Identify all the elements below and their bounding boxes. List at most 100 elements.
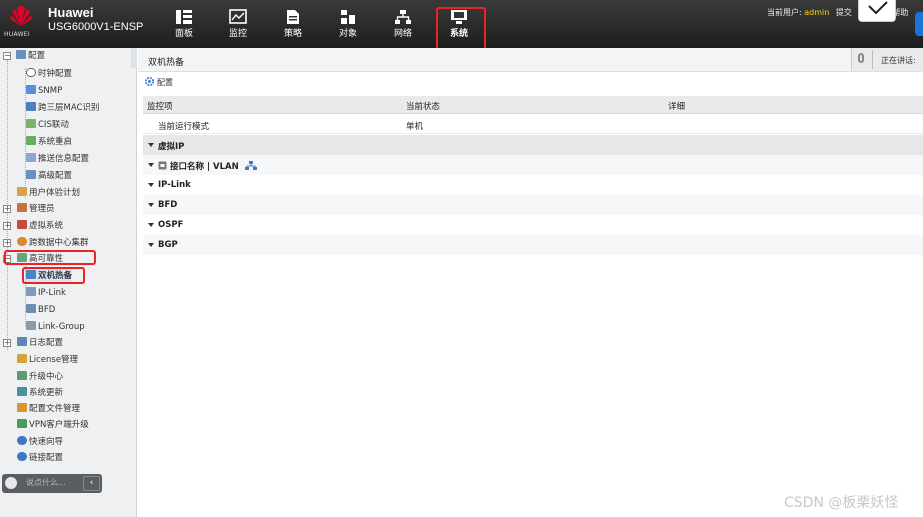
sidebar-item-cluster[interactable]: 跨数据中心集群	[17, 235, 89, 251]
check-popup[interactable]	[858, 0, 896, 22]
nav-monitor[interactable]: 监控	[220, 8, 256, 44]
group-label: 虚拟IP	[158, 142, 185, 152]
collapse-icon[interactable]: −	[3, 52, 11, 60]
sidebar-item-update[interactable]: 系统更新	[17, 385, 63, 401]
chat-collapse-button[interactable]: ‹	[83, 476, 100, 491]
monitor-icon	[229, 9, 247, 24]
expand-icon[interactable]: +	[3, 239, 11, 247]
column-header[interactable]: 详细	[668, 100, 685, 112]
column-header[interactable]: 监控项	[147, 100, 173, 112]
group-iplink[interactable]: IP-Link	[143, 175, 923, 195]
sidebar-item-mac[interactable]: 跨三层MAC识别	[26, 100, 99, 116]
nav-policy[interactable]: 策略	[275, 8, 311, 44]
group-label: OSPF	[158, 220, 184, 230]
grid-header: 监控项 当前状态 详细	[143, 96, 923, 114]
config-button[interactable]: 配置	[144, 75, 173, 91]
admin-icon	[17, 203, 27, 212]
sidebar-item-linkgroup[interactable]: Link-Group	[26, 319, 85, 335]
group-virtual-ip[interactable]: 虚拟IP	[143, 135, 923, 155]
group-ospf[interactable]: OSPF	[143, 215, 923, 235]
vsys-icon	[17, 220, 27, 229]
expand-icon[interactable]: +	[3, 222, 11, 230]
sidebar-item-iplink[interactable]: IP-Link	[26, 285, 66, 301]
group-interface-vlan[interactable]: 接口名称 | VLAN	[143, 155, 923, 175]
nav-object[interactable]: 对象	[330, 8, 366, 44]
vlan-network-icon	[245, 161, 257, 170]
network-icon	[395, 10, 411, 24]
group-bfd[interactable]: BFD	[143, 195, 923, 215]
sidebar-item-cis[interactable]: CIS联动	[26, 117, 69, 133]
expand-icon[interactable]: +	[3, 205, 11, 213]
side-tab[interactable]	[915, 12, 923, 36]
column-header[interactable]: 当前状态	[406, 100, 440, 112]
file-icon	[17, 403, 27, 412]
sidebar-item-label: 虚拟系统	[29, 221, 64, 231]
sidebar-item-label: CIS联动	[38, 120, 69, 130]
chat-placeholder[interactable]: 说点什么...	[26, 477, 66, 488]
sidebar-item-ux[interactable]: 用户体验计划	[17, 185, 80, 201]
nav-network[interactable]: 网络	[385, 8, 421, 44]
nav-label: 面板	[174, 29, 193, 39]
expand-icon	[148, 203, 154, 207]
dashboard-icon	[176, 10, 192, 24]
linkgroup-icon	[26, 321, 36, 330]
group-label: BFD	[158, 200, 178, 210]
license-icon	[17, 354, 27, 363]
chat-bar[interactable]: 说点什么... ‹	[2, 474, 102, 493]
sidebar-item-snmp[interactable]: SNMP	[26, 83, 62, 99]
expand-icon[interactable]: +	[3, 339, 11, 347]
sidebar-item-config[interactable]: 配置	[16, 48, 45, 64]
brand-name: Huawei	[48, 5, 94, 20]
huawei-flower-icon	[10, 5, 32, 27]
iplink-icon	[26, 287, 36, 296]
sidebar-item-advanced[interactable]: 高级配置	[26, 168, 72, 184]
user-label: 当前用户:	[767, 8, 802, 17]
cluster-icon	[17, 237, 27, 246]
speaking-label: 正在讲话:	[881, 56, 916, 65]
expand-icon	[148, 143, 154, 147]
sidebar-item-label: License管理	[29, 355, 79, 365]
sidebar-collapse-handle[interactable]	[131, 48, 137, 68]
sidebar-item-label: 管理员	[29, 204, 55, 214]
vpn-icon	[17, 419, 27, 428]
sidebar-item-restart[interactable]: 系统重启	[26, 134, 72, 150]
submit-link[interactable]: 提交	[836, 8, 852, 17]
user-name[interactable]: admin	[804, 8, 829, 17]
table-row: 当前运行模式 单机	[143, 115, 923, 134]
avatar	[5, 477, 17, 489]
sidebar-item-label: 系统更新	[29, 388, 64, 398]
group-bgp[interactable]: BGP	[143, 235, 923, 255]
config-icon	[16, 50, 26, 59]
sidebar-item-label: 跨数据中心集群	[29, 238, 89, 248]
sidebar-item-label: 日志配置	[29, 338, 64, 348]
sidebar-item-bfd[interactable]: BFD	[26, 302, 55, 318]
update-icon	[17, 387, 27, 396]
gear-icon	[144, 76, 155, 87]
sidebar-item-link[interactable]: 链接配置	[17, 450, 63, 466]
expand-icon	[148, 163, 154, 167]
link-icon	[17, 452, 27, 461]
divider	[872, 50, 873, 69]
sidebar-item-push[interactable]: 推送信息配置	[26, 151, 89, 167]
sidebar-item-label: SNMP	[38, 86, 63, 96]
sidebar-item-label: 配置文件管理	[29, 404, 81, 414]
page-title: 双机热备	[148, 58, 185, 68]
sidebar-item-upgrade[interactable]: 升级中心	[17, 369, 63, 385]
sidebar-item-license[interactable]: License管理	[17, 352, 78, 368]
sidebar-item-file[interactable]: 配置文件管理	[17, 401, 80, 417]
sidebar-item-vpn[interactable]: VPN客户端升级	[17, 417, 89, 433]
huawei-logo: HUAWEI	[4, 4, 38, 42]
sidebar-item-clock[interactable]: 时钟配置	[26, 66, 72, 82]
sidebar-item-vsys[interactable]: 虚拟系统	[17, 218, 63, 234]
main-panel: 双机热备 正在讲话: 配置 监控项 当前状态 详细 当前运行模式 单机 虚拟IP…	[138, 48, 923, 517]
sidebar-item-admin[interactable]: 管理员	[17, 201, 55, 217]
check-icon	[868, 1, 888, 15]
nav-dashboard[interactable]: 面板	[166, 8, 202, 44]
sidebar-item-label: 时钟配置	[38, 69, 73, 79]
highlight-box-ha	[4, 250, 96, 265]
device-model: USG6000V1-ENSP	[48, 21, 144, 33]
speaking-panel[interactable]: 正在讲话:	[851, 48, 923, 71]
sidebar-item-wizard[interactable]: 快速向导	[17, 434, 63, 450]
sidebar-item-log[interactable]: 日志配置	[17, 335, 63, 351]
group-label: 接口名称 | VLAN	[170, 162, 239, 172]
